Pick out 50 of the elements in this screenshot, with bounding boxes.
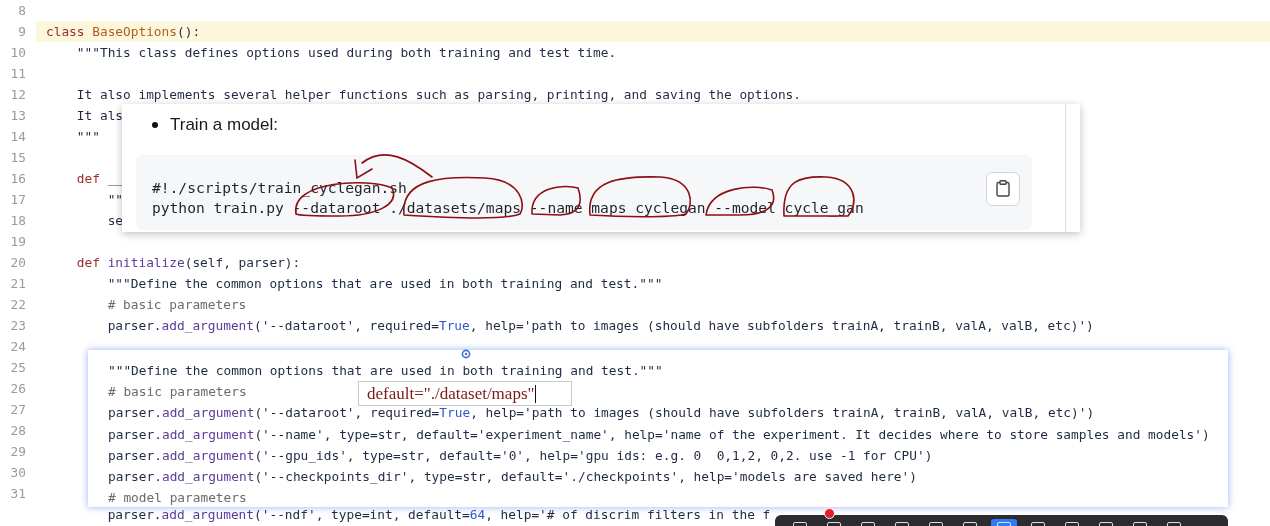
code-line: # basic parameters: [106, 296, 247, 314]
line-number: 23: [9, 317, 26, 335]
line-number: 14: [9, 128, 26, 146]
line-number: 30: [9, 464, 26, 482]
line-number: 20: [9, 254, 26, 272]
line-number: 26: [9, 380, 26, 398]
code-line: "": [106, 191, 124, 209]
line-number: 16: [9, 170, 26, 188]
line-number: 24: [9, 338, 26, 356]
code-line: parser.add_argument('--dataroot', required=True, help='path to images (should have subfolders trainA, trainB, valA, valB, etc)'): [106, 317, 1094, 335]
copy-button[interactable]: [986, 171, 1020, 206]
code-line: parser.add_argument('--ndf', type=int, default=64, help='# of discrim filters in the f: [106, 506, 771, 524]
code-line: """Define the common options that are used in both training and test.""": [106, 275, 663, 293]
line-number: 31: [9, 485, 26, 503]
code-line: It als: [75, 107, 124, 125]
line-number: 8: [17, 2, 26, 20]
line-number: 29: [9, 443, 26, 461]
code-line: def initialize(self, parser):: [75, 254, 301, 272]
code-line: # model parameters: [108, 489, 247, 508]
code-line: parser.add_argument('--dataroot', required=True, help='path to images (should have subfolders trainA, trainB, valA, valB, etc)'): [108, 404, 1095, 423]
line-number: 17: [9, 191, 26, 209]
line-number: 21: [9, 275, 26, 293]
line-number: 11: [9, 65, 26, 83]
record-dot-icon: [824, 508, 835, 519]
code-line: """: [75, 128, 100, 146]
pointer-icon: [461, 349, 471, 359]
line-number: 12: [9, 86, 26, 104]
line-number: 27: [9, 401, 26, 419]
code-line: # basic parameters: [108, 383, 247, 402]
code-line: It also implements several helper functions such as parsing, printing, and saving the options.: [75, 86, 802, 104]
code-line: """Define the common options that are used in both training and test.""": [108, 362, 663, 380]
clipboard-icon: [996, 180, 1010, 197]
list-item-text: Train a model:: [170, 115, 279, 135]
code-line: class BaseOptions():: [46, 23, 201, 41]
code-line: parser.add_argument('--checkpoints_dir', type=str, default='./checkpoints', help='models are saved here'): [108, 467, 917, 486]
line-number: 28: [9, 422, 26, 440]
line-number: 25: [9, 359, 26, 377]
line-number: 15: [9, 149, 26, 167]
code-line: se: [106, 212, 124, 230]
line-number: 19: [9, 233, 26, 251]
annotation-text-field[interactable]: default="./dataset/maps": [358, 381, 572, 406]
line-number: 22: [9, 296, 26, 314]
bullet-icon: [152, 122, 158, 128]
line-number: 18: [9, 212, 26, 230]
line-number: 10: [9, 44, 26, 62]
code-line: """This class defines options used during both training and test time.: [75, 44, 617, 62]
line-number: 9: [17, 23, 26, 41]
code-line: parser.add_argument('--name', type=str, default='experiment_name', help='name of the experiment. It decides where to store samples and models'): [108, 425, 1210, 444]
line-number: 13: [9, 107, 26, 125]
code-line: parser.add_argument('--gpu_ids', type=str, default='0', help='gpu ids: e.g. 0 0,1,2, 0,2. use -1 for CPU'): [108, 446, 933, 465]
